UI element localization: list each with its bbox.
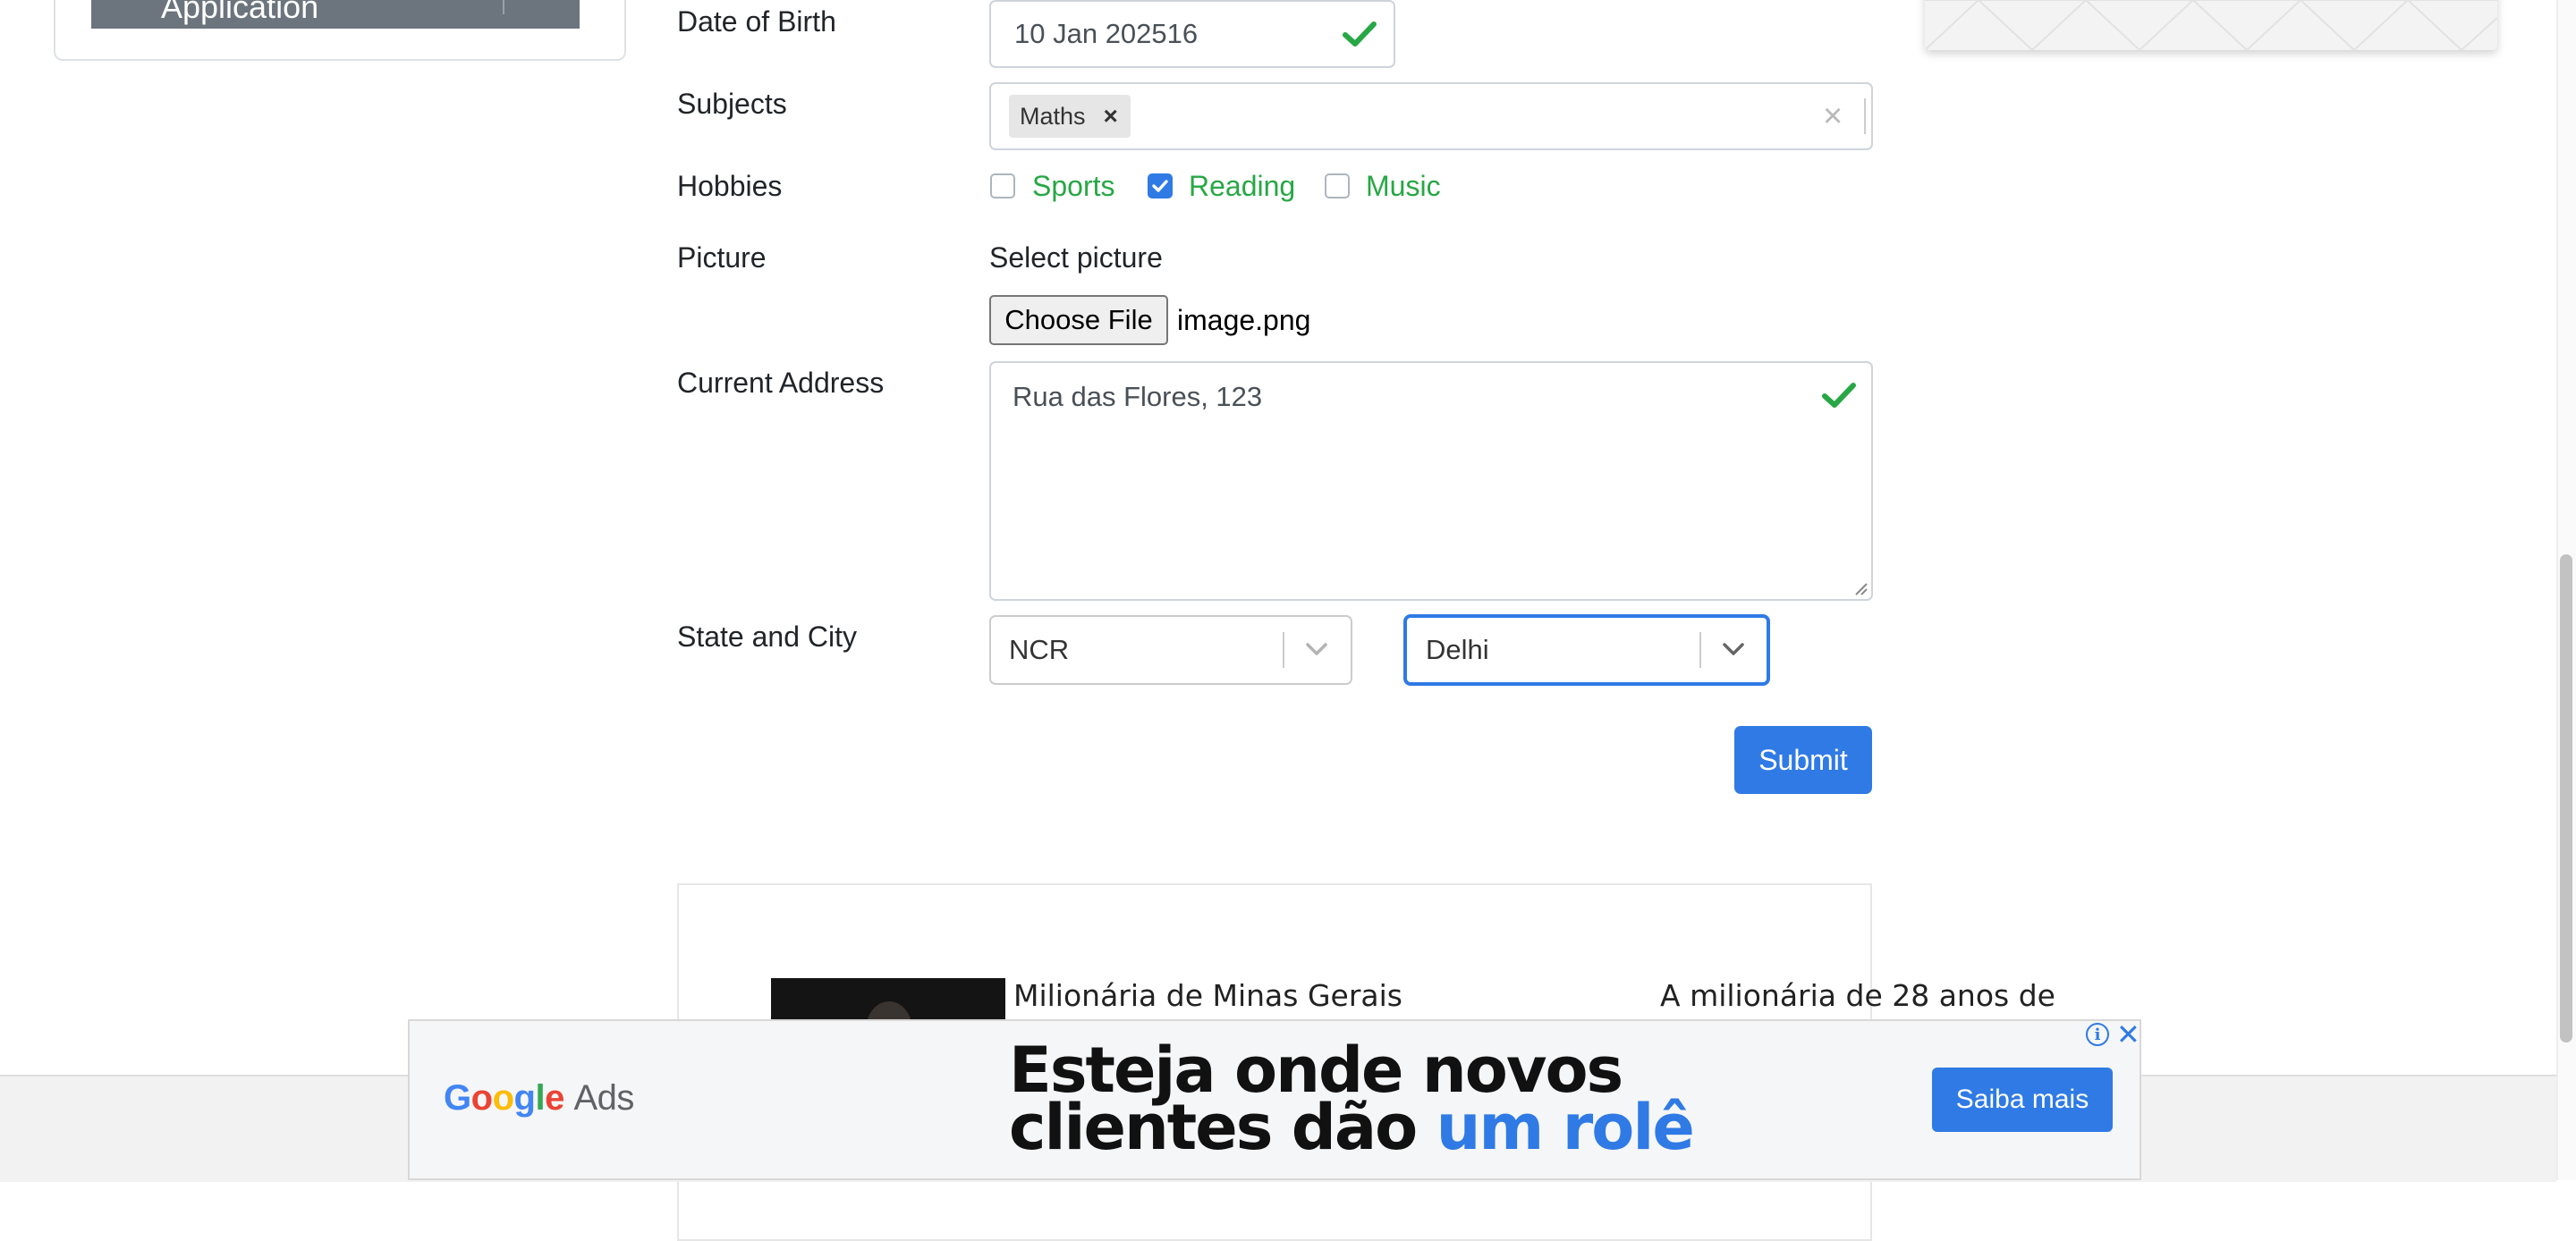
- state-select-separator: [1283, 632, 1284, 668]
- ad-article-2-title[interactable]: A milionária de 28 anos de: [1660, 978, 2055, 1014]
- textarea-resize-handle-icon[interactable]: [1853, 581, 1868, 595]
- google-logo-word: Google: [444, 1078, 564, 1118]
- ad-article-1-title[interactable]: Milionária de Minas Gerais: [1013, 978, 1402, 1014]
- hobby-music-label[interactable]: Music: [1366, 168, 1441, 204]
- dob-input[interactable]: 10 Jan 202516: [989, 0, 1395, 68]
- hobby-reading-checkbox[interactable]: [1148, 173, 1173, 198]
- hobby-sports-label[interactable]: Sports: [1032, 168, 1114, 204]
- address-value: Rua das Flores, 123: [1013, 381, 1263, 412]
- choose-file-button[interactable]: Choose File: [989, 295, 1168, 345]
- ad-close-icon[interactable]: ✕: [2116, 1019, 2140, 1050]
- city-select-value: Delhi: [1426, 634, 1489, 665]
- subject-chip-label: Maths: [1020, 102, 1086, 130]
- state-city-label: State and City: [677, 620, 857, 653]
- picture-helper-text: Select picture: [989, 241, 1163, 274]
- hobby-music-checkbox[interactable]: [1325, 173, 1350, 198]
- google-ads-headline-part-b: um rolê: [1436, 1091, 1695, 1164]
- subjects-clear-icon[interactable]: ×: [1823, 95, 1843, 138]
- google-ads-headline-part-a: clientes dão: [1009, 1091, 1418, 1164]
- page-scrollbar-thumb[interactable]: [2560, 554, 2572, 1043]
- subjects-label: Subjects: [677, 88, 787, 120]
- city-select-separator: [1699, 632, 1701, 668]
- google-ads-logo: Google Ads: [444, 1076, 634, 1119]
- hobbies-label: Hobbies: [677, 170, 783, 202]
- state-select-value: NCR: [1009, 634, 1070, 665]
- saiba-mais-button[interactable]: Saiba mais: [1932, 1068, 2113, 1132]
- hobby-reading-label[interactable]: Reading: [1189, 168, 1295, 204]
- address-label: Current Address: [677, 367, 885, 399]
- state-chevron-down-icon[interactable]: [1304, 640, 1329, 658]
- sidebar-group-label: Application: [161, 0, 319, 25]
- subjects-input[interactable]: Maths ×: [989, 82, 1873, 150]
- selected-file-name: image.png: [1177, 304, 1311, 336]
- ads-logo-word: Ads: [573, 1078, 634, 1118]
- subject-chip-remove-icon[interactable]: ×: [1097, 102, 1131, 131]
- top-banner-image: [1925, 0, 2497, 50]
- dob-value: 10 Jan 202516: [1014, 18, 1199, 49]
- ad-info-icon[interactable]: i: [2086, 1023, 2109, 1046]
- subjects-separator: [1864, 98, 1866, 134]
- picture-label: Picture: [677, 241, 767, 274]
- submit-button[interactable]: Submit: [1734, 726, 1872, 794]
- checkbox-check-icon: [1152, 180, 1168, 192]
- address-valid-check-icon: [1822, 383, 1856, 408]
- sidebar-group-divider: [503, 0, 504, 14]
- google-ads-headline-line-2: clientes dão um rolê: [1009, 1096, 1695, 1159]
- dob-label: Date of Birth: [677, 5, 836, 38]
- subject-chip-maths: Maths ×: [1009, 95, 1131, 138]
- city-chevron-down-icon[interactable]: [1721, 640, 1746, 658]
- hobby-sports-checkbox[interactable]: [990, 173, 1015, 198]
- dob-valid-check-icon: [1343, 21, 1377, 46]
